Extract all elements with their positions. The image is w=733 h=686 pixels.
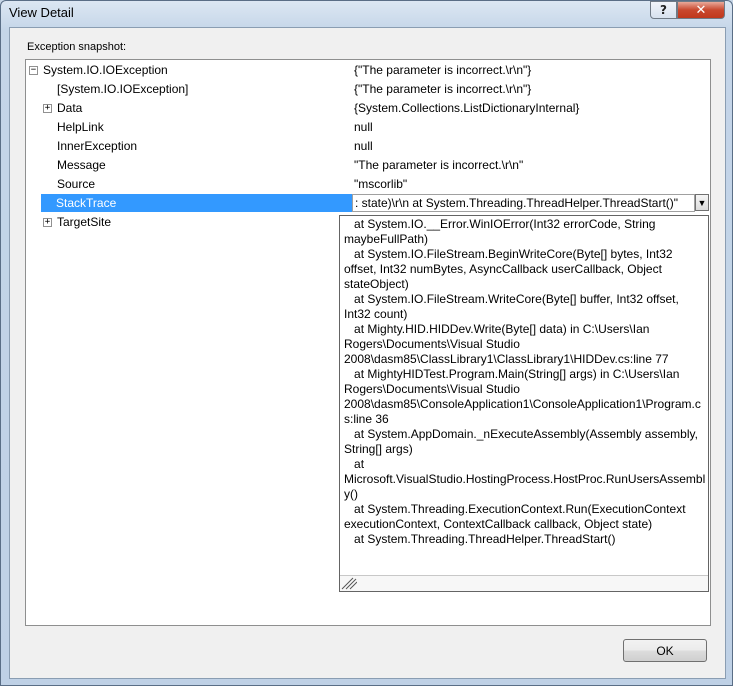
row-value: {System.Collections.ListDictionaryIntern…	[354, 101, 580, 115]
grid-row-innerexception[interactable]: InnerException null	[26, 137, 710, 156]
row-name: Message	[57, 158, 106, 172]
row-value: {"The parameter is incorrect.\r\n"}	[354, 82, 532, 96]
row-name: Data	[57, 101, 83, 115]
row-value: "mscorlib"	[354, 177, 408, 191]
expand-icon[interactable]: +	[43, 218, 52, 227]
ok-button[interactable]: OK	[623, 639, 707, 662]
stacktrace-dropdown-button[interactable]: ▼	[695, 194, 709, 211]
row-name: System.IO.IOException	[43, 63, 168, 77]
row-value: {"The parameter is incorrect.\r\n"}	[354, 63, 532, 77]
row-name: StackTrace	[56, 196, 117, 210]
grid-row-helplink[interactable]: HelpLink null	[26, 118, 710, 137]
window-title: View Detail	[9, 5, 74, 20]
row-name: [System.IO.IOException]	[57, 82, 189, 96]
help-icon: ?	[660, 3, 667, 17]
stacktrace-popup[interactable]: at System.IO.__Error.WinIOError(Int32 er…	[339, 215, 709, 592]
popup-resize-bar	[340, 575, 708, 591]
stacktrace-text[interactable]: at System.IO.__Error.WinIOError(Int32 er…	[344, 217, 706, 547]
row-name: Source	[57, 177, 96, 191]
ok-label: OK	[656, 643, 674, 658]
grid-row-message[interactable]: Message "The parameter is incorrect.\r\n…	[26, 156, 710, 175]
stacktrace-value-field[interactable]: : state)\r\n at System.Threading.ThreadH…	[352, 194, 695, 212]
view-detail-window: View Detail ? ✕ Exception snapshot: − Sy…	[0, 0, 733, 686]
help-button[interactable]: ?	[650, 1, 677, 19]
grid-row-stacktrace[interactable]: StackTrace : state)\r\n at System.Thread…	[26, 194, 710, 213]
exception-snapshot-label: Exception snapshot:	[27, 41, 127, 53]
row-name: HelpLink	[57, 120, 104, 134]
chevron-down-icon: ▼	[697, 197, 707, 208]
grid-row-data[interactable]: + Data {System.Collections.ListDictionar…	[26, 99, 710, 118]
row-value: null	[354, 120, 373, 134]
row-value: : state)\r\n at System.Threading.ThreadH…	[355, 196, 679, 210]
selected-row-highlight: StackTrace	[41, 194, 354, 212]
grid-row-ioexception-type[interactable]: [System.IO.IOException] {"The parameter …	[26, 80, 710, 99]
grid-row-source[interactable]: Source "mscorlib"	[26, 175, 710, 194]
close-button[interactable]: ✕	[677, 1, 725, 19]
row-name: InnerException	[57, 139, 138, 153]
resize-grip-icon[interactable]	[341, 577, 357, 590]
row-name: TargetSite	[57, 215, 112, 229]
title-bar[interactable]: View Detail ? ✕	[1, 1, 732, 27]
row-value: "The parameter is incorrect.\r\n"	[354, 158, 524, 172]
row-value: null	[354, 139, 373, 153]
grid-row-ioexception[interactable]: − System.IO.IOException {"The parameter …	[26, 61, 710, 80]
expand-icon[interactable]: +	[43, 104, 52, 113]
close-icon: ✕	[695, 2, 707, 18]
collapse-icon[interactable]: −	[29, 66, 38, 75]
